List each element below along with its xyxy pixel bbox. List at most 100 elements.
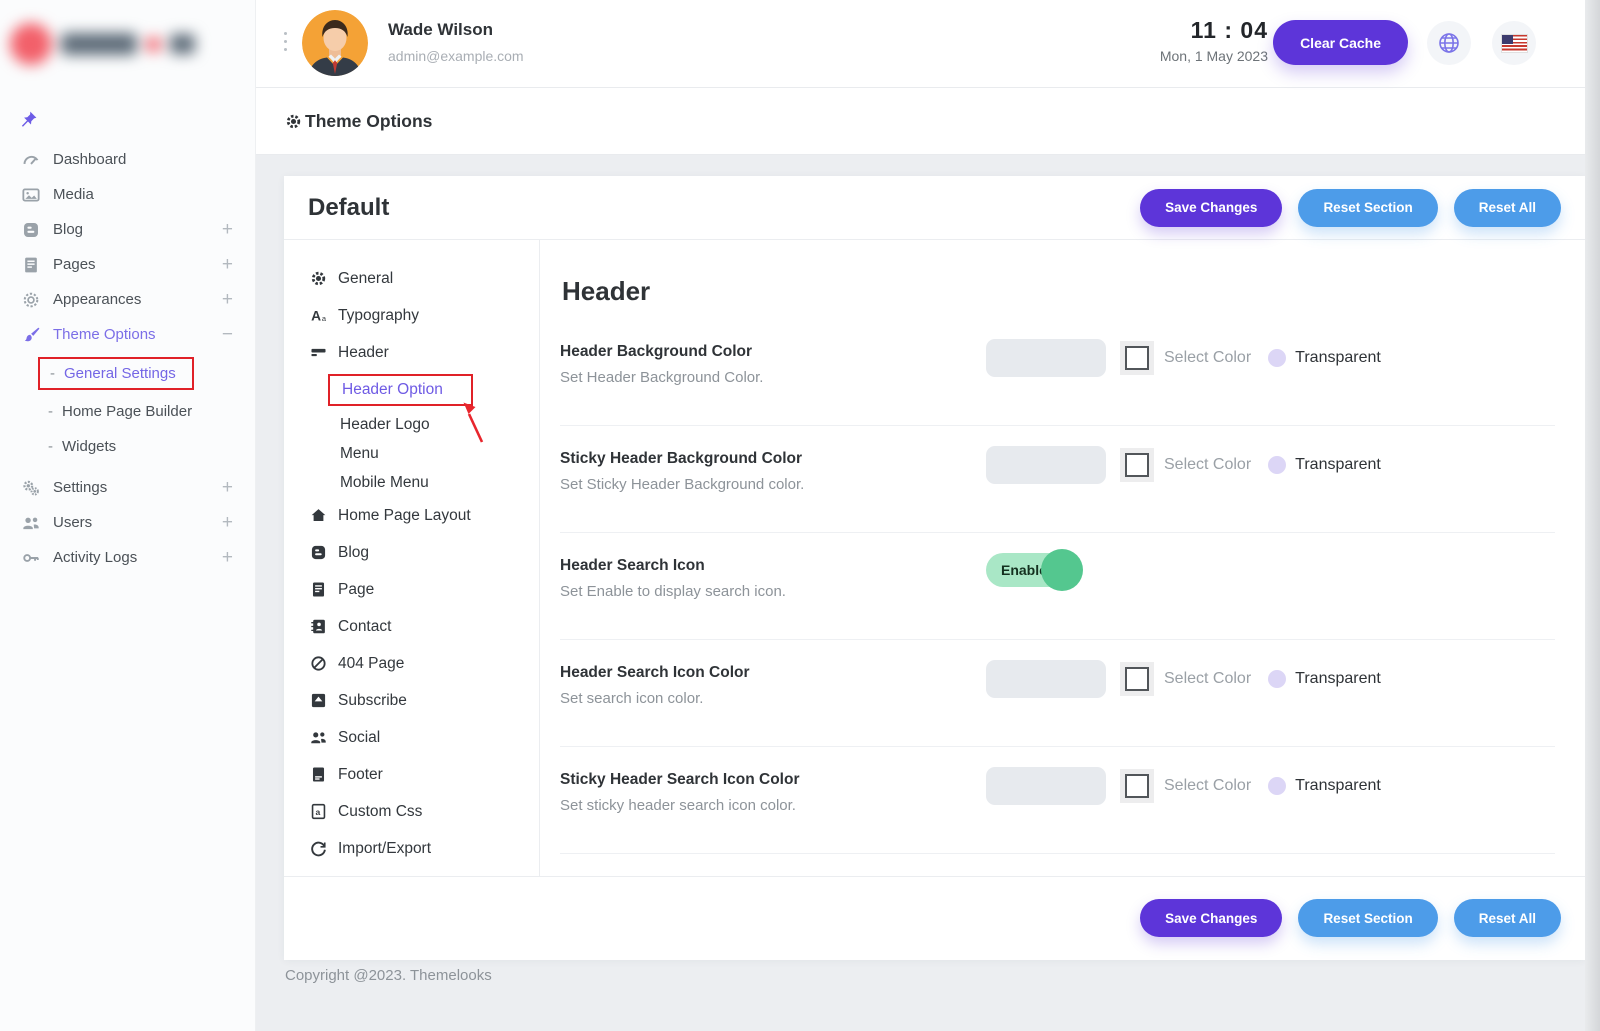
collapse-toggle[interactable]: −: [222, 324, 233, 346]
theme-nav-404-page[interactable]: 404 Page: [284, 645, 539, 682]
clear-cache-button[interactable]: Clear Cache: [1273, 20, 1408, 65]
theme-nav-label: Contact: [338, 618, 391, 636]
theme-nav-header-option[interactable]: Header Option: [328, 374, 473, 406]
sidebar-item-activity-logs[interactable]: Activity Logs +: [0, 540, 255, 575]
sidebar-item-dashboard[interactable]: Dashboard: [0, 142, 255, 177]
sidebar-item-theme-options[interactable]: Theme Options −: [0, 317, 255, 352]
typography-icon: Aa: [310, 307, 327, 324]
media-icon: [22, 186, 40, 204]
setting-title: Sticky Header Search Icon Color: [560, 771, 986, 789]
expand-toggle[interactable]: +: [222, 547, 233, 569]
blog-icon: [22, 221, 40, 239]
user-email: admin@example.com: [388, 48, 524, 64]
user-info[interactable]: Wade Wilson admin@example.com: [388, 20, 524, 64]
copyright-text: Copyright @2023. Themelooks: [285, 967, 492, 984]
theme-nav-blog[interactable]: Blog: [284, 534, 539, 571]
setting-desc: Set Header Background Color.: [560, 369, 986, 386]
transparent-swatch[interactable]: [1268, 670, 1286, 688]
kebab-menu-icon[interactable]: [284, 32, 287, 51]
select-color-checkbox[interactable]: [1120, 448, 1154, 482]
sidebar-item-blog[interactable]: Blog +: [0, 212, 255, 247]
theme-nav-header[interactable]: Header: [284, 334, 539, 371]
color-value-input[interactable]: [986, 767, 1106, 805]
reset-all-button-bottom[interactable]: Reset All: [1454, 899, 1561, 937]
sidebar-subitem-label: Widgets: [62, 438, 116, 455]
sidebar-subitem-widgets[interactable]: - Widgets: [0, 429, 255, 464]
sidebar-subitem-home-page-builder[interactable]: - Home Page Builder: [0, 394, 255, 429]
breadcrumb-bar: Theme Options: [256, 88, 1600, 155]
sidebar-item-media[interactable]: Media: [0, 177, 255, 212]
gear-icon: [310, 270, 327, 287]
sidebar-subitem-general-settings[interactable]: - General Settings: [0, 352, 255, 394]
theme-nav-label: Blog: [338, 544, 369, 562]
expand-toggle[interactable]: +: [222, 512, 233, 534]
theme-nav-label: Footer: [338, 766, 383, 784]
enable-toggle[interactable]: Enable: [986, 553, 1074, 587]
user-avatar[interactable]: [302, 10, 368, 76]
language-globe-button[interactable]: [1427, 21, 1471, 65]
pin-sidebar-icon[interactable]: [18, 110, 38, 130]
select-color-checkbox[interactable]: [1120, 769, 1154, 803]
toggle-knob[interactable]: [1041, 549, 1083, 591]
select-color-checkbox[interactable]: [1120, 662, 1154, 696]
row-label: Header Search Icon Color Set search icon…: [560, 664, 986, 707]
reset-section-button-bottom[interactable]: Reset Section: [1298, 899, 1437, 937]
theme-nav-contact[interactable]: Contact: [284, 608, 539, 645]
theme-nav-typography[interactable]: Aa Typography: [284, 297, 539, 334]
expand-toggle[interactable]: +: [222, 219, 233, 241]
select-color-checkbox[interactable]: [1120, 341, 1154, 375]
slashed-circle-icon: [310, 655, 327, 672]
scrollbar[interactable]: [1585, 0, 1600, 1031]
theme-nav-social[interactable]: Social: [284, 719, 539, 756]
theme-nav-page[interactable]: Page: [284, 571, 539, 608]
theme-nav-subscribe[interactable]: Subscribe: [284, 682, 539, 719]
theme-nav-footer[interactable]: Footer: [284, 756, 539, 793]
clock: 11 : 04 Mon, 1 May 2023: [1160, 17, 1268, 64]
logo-text2-blur: [170, 34, 195, 54]
sidebar-item-label: Blog: [53, 221, 222, 238]
sidebar-item-label: Activity Logs: [53, 549, 222, 566]
theme-nav-mobile-menu[interactable]: Mobile Menu: [284, 468, 539, 497]
save-changes-button-bottom[interactable]: Save Changes: [1140, 899, 1282, 937]
setting-row-header-search-icon: Header Search Icon Set Enable to display…: [560, 533, 1555, 640]
panel-body: General Aa Typography Header Header Opti…: [284, 240, 1585, 876]
row-label: Header Background Color Set Header Backg…: [560, 343, 986, 386]
color-value-input[interactable]: [986, 660, 1106, 698]
color-value-input[interactable]: [986, 446, 1106, 484]
theme-nav-import-export[interactable]: Import/Export: [284, 830, 539, 867]
reset-section-button[interactable]: Reset Section: [1298, 189, 1437, 227]
settings-content: Header Header Background Color Set Heade…: [540, 240, 1585, 876]
date-display: Mon, 1 May 2023: [1160, 48, 1268, 64]
pages-icon: [22, 256, 40, 274]
theme-nav-menu[interactable]: Menu: [284, 439, 539, 468]
sidebar-item-settings[interactable]: Settings +: [0, 470, 255, 505]
annotation-arrow: [458, 398, 488, 446]
sidebar-item-appearances[interactable]: Appearances +: [0, 282, 255, 317]
theme-nav-home-page-layout[interactable]: Home Page Layout: [284, 497, 539, 534]
blog-icon: [310, 544, 327, 561]
theme-nav-general[interactable]: General: [284, 260, 539, 297]
locale-flag-button[interactable]: [1492, 21, 1536, 65]
expand-toggle[interactable]: +: [222, 477, 233, 499]
theme-nav-header-logo[interactable]: Header Logo: [284, 410, 539, 439]
checkbox-box: [1125, 667, 1149, 691]
transparent-swatch[interactable]: [1268, 456, 1286, 474]
theme-nav-label: 404 Page: [338, 655, 404, 673]
reset-all-button[interactable]: Reset All: [1454, 189, 1561, 227]
setting-title: Header Background Color: [560, 343, 986, 361]
transparent-swatch[interactable]: [1268, 349, 1286, 367]
sidebar-item-label: Users: [53, 514, 222, 531]
theme-nav-custom-css[interactable]: a Custom Css: [284, 793, 539, 830]
select-color-label: Select Color: [1164, 456, 1251, 474]
expand-toggle[interactable]: +: [222, 254, 233, 276]
sidebar-item-users[interactable]: Users +: [0, 505, 255, 540]
appearances-icon: [22, 291, 40, 309]
setting-row-header-search-icon-color: Header Search Icon Color Set search icon…: [560, 640, 1555, 747]
save-changes-button[interactable]: Save Changes: [1140, 189, 1282, 227]
sidebar-item-label: Pages: [53, 256, 222, 273]
expand-toggle[interactable]: +: [222, 289, 233, 311]
color-value-input[interactable]: [986, 339, 1106, 377]
sidebar-item-pages[interactable]: Pages +: [0, 247, 255, 282]
transparent-swatch[interactable]: [1268, 777, 1286, 795]
annotation-red-box: - General Settings: [38, 357, 194, 390]
